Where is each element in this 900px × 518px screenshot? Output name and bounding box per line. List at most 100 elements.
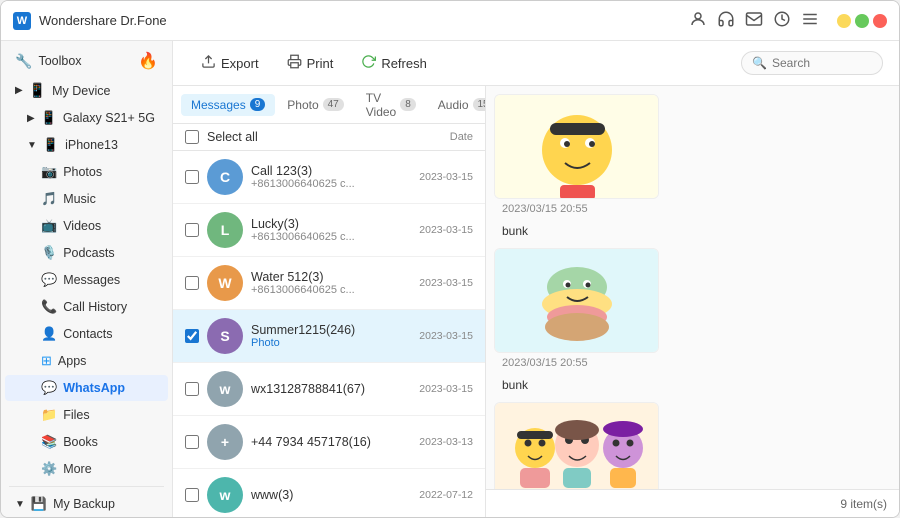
preview-item bbox=[494, 402, 891, 489]
msg-info: wx13128788841(67) bbox=[251, 382, 411, 396]
close-button[interactable] bbox=[873, 14, 887, 28]
videos-icon: 📺 bbox=[41, 218, 57, 234]
backup-icon: 💾 bbox=[31, 496, 47, 512]
preview-panel: 2023/03/15 20:55 bunk bbox=[486, 86, 899, 517]
expand-icon-backup: ▼ bbox=[15, 499, 25, 510]
maximize-button[interactable] bbox=[855, 14, 869, 28]
tab-photo[interactable]: Photo 47 bbox=[277, 94, 353, 116]
msg-info: Water 512(3) +8613006640625 c... bbox=[251, 270, 411, 296]
avatar: W bbox=[207, 265, 243, 301]
contacts-icon: 👤 bbox=[41, 326, 57, 342]
msg-meta: 2023-03-15 bbox=[419, 224, 473, 236]
msg-checkbox[interactable] bbox=[185, 382, 199, 396]
list-item[interactable]: w wx13128788841(67) 2023-03-15 bbox=[173, 363, 485, 416]
list-item[interactable]: + +44 7934 457178(16) 2023-03-13 bbox=[173, 416, 485, 469]
msg-meta: 2023-03-15 bbox=[419, 277, 473, 289]
select-all-label: Select all bbox=[207, 130, 258, 144]
tab-messages[interactable]: Messages 9 bbox=[181, 94, 275, 116]
sidebar-item-messages[interactable]: 💬 Messages bbox=[5, 267, 168, 293]
list-item[interactable]: S Summer1215(246) Photo 2023-03-15 bbox=[173, 310, 485, 363]
avatar: w bbox=[207, 477, 243, 513]
mail-icon[interactable] bbox=[745, 10, 763, 31]
sidebar-item-files[interactable]: 📁 Files bbox=[5, 402, 168, 428]
export-button[interactable]: Export bbox=[189, 49, 271, 77]
apps-icon: ⊞ bbox=[41, 353, 52, 369]
avatar: C bbox=[207, 159, 243, 195]
list-item[interactable]: L Lucky(3) +8613006640625 c... 2023-03-1… bbox=[173, 204, 485, 257]
menu-icon[interactable] bbox=[801, 10, 819, 31]
list-item[interactable]: w www(3) 2022-07-12 bbox=[173, 469, 485, 517]
expand-icon: ▶ bbox=[15, 85, 23, 96]
avatar: + bbox=[207, 424, 243, 460]
print-button[interactable]: Print bbox=[275, 49, 346, 77]
preview-item: 2023/03/15 20:55 bbox=[494, 248, 891, 371]
sidebar-item-iphone13[interactable]: ▼ 📱 iPhone13 bbox=[5, 132, 168, 158]
expand-icon-galaxy: ▶ bbox=[27, 113, 35, 124]
sidebar-item-call-history[interactable]: 📞 Call History bbox=[5, 294, 168, 320]
podcasts-icon: 🎙️ bbox=[41, 245, 57, 261]
msg-checkbox[interactable] bbox=[185, 435, 199, 449]
search-icon: 🔍 bbox=[752, 56, 767, 70]
sidebar-item-apps[interactable]: ⊞ Apps bbox=[5, 348, 168, 374]
iphone13-icon: 📱 bbox=[43, 137, 59, 153]
toolbar: Export Print Refresh 🔍 bbox=[173, 41, 899, 86]
avatar: w bbox=[207, 371, 243, 407]
msg-info: Lucky(3) +8613006640625 c... bbox=[251, 217, 411, 243]
title-bar-actions bbox=[689, 10, 887, 31]
headset-icon[interactable] bbox=[717, 10, 735, 31]
preview-image-3 bbox=[495, 403, 659, 489]
sidebar-item-toolbox[interactable]: 🔧 Toolbox 🔥 bbox=[5, 46, 168, 76]
sidebar-item-galaxy[interactable]: ▶ 📱 Galaxy S21+ 5G bbox=[5, 105, 168, 131]
msg-checkbox[interactable] bbox=[185, 276, 199, 290]
more-icon: ⚙️ bbox=[41, 461, 57, 477]
list-item[interactable]: C Call 123(3) +8613006640625 c... 2023-0… bbox=[173, 151, 485, 204]
sidebar-item-more[interactable]: ⚙️ More bbox=[5, 456, 168, 482]
sidebar-item-contacts[interactable]: 👤 Contacts bbox=[5, 321, 168, 347]
split-panel: Messages 9 Photo 47 TV Video 8 Audio bbox=[173, 86, 899, 517]
avatar: S bbox=[207, 318, 243, 354]
list-item[interactable]: W Water 512(3) +8613006640625 c... 2023-… bbox=[173, 257, 485, 310]
search-box: 🔍 bbox=[741, 51, 883, 75]
msg-checkbox[interactable] bbox=[185, 223, 199, 237]
preview-image-1 bbox=[495, 95, 659, 199]
galaxy-icon: 📱 bbox=[41, 110, 57, 126]
minimize-button[interactable] bbox=[837, 14, 851, 28]
msg-info: www(3) bbox=[251, 488, 411, 502]
sidebar-item-books[interactable]: 📚 Books bbox=[5, 429, 168, 455]
print-icon bbox=[287, 54, 302, 72]
sidebar-item-my-backup[interactable]: ▼ 💾 My Backup bbox=[5, 491, 168, 517]
tab-audio[interactable]: Audio 15 bbox=[428, 94, 486, 116]
msg-info: +44 7934 457178(16) bbox=[251, 435, 411, 449]
refresh-button[interactable]: Refresh bbox=[349, 49, 439, 77]
msg-meta: 2023-03-15 bbox=[419, 171, 473, 183]
content-area: Export Print Refresh 🔍 bbox=[173, 41, 899, 517]
user-icon[interactable] bbox=[689, 10, 707, 31]
msg-checkbox[interactable] bbox=[185, 170, 199, 184]
preview-footer: 9 item(s) bbox=[486, 489, 899, 517]
msg-checkbox[interactable] bbox=[185, 488, 199, 502]
divider-1 bbox=[9, 486, 164, 487]
preview-content: 2023/03/15 20:55 bunk bbox=[486, 86, 899, 489]
sidebar-item-photos[interactable]: 📷 Photos bbox=[5, 159, 168, 185]
sidebar-item-music[interactable]: 🎵 Music bbox=[5, 186, 168, 212]
window-controls bbox=[837, 14, 887, 28]
expand-icon-iphone13: ▼ bbox=[27, 140, 37, 151]
title-bar: W Wondershare Dr.Fone bbox=[1, 1, 899, 41]
music-icon: 🎵 bbox=[41, 191, 57, 207]
avatar: L bbox=[207, 212, 243, 248]
message-list: C Call 123(3) +8613006640625 c... 2023-0… bbox=[173, 151, 485, 517]
message-list-panel: Messages 9 Photo 47 TV Video 8 Audio bbox=[173, 86, 486, 517]
msg-info: Call 123(3) +8613006640625 c... bbox=[251, 164, 411, 190]
sidebar-item-videos[interactable]: 📺 Videos bbox=[5, 213, 168, 239]
search-input[interactable] bbox=[772, 56, 872, 70]
tab-tv-video[interactable]: TV Video 8 bbox=[356, 87, 426, 123]
sidebar-item-podcasts[interactable]: 🎙️ Podcasts bbox=[5, 240, 168, 266]
msg-checkbox[interactable] bbox=[185, 329, 199, 343]
history-icon[interactable] bbox=[773, 10, 791, 31]
app-title: Wondershare Dr.Fone bbox=[39, 13, 681, 28]
sidebar-item-my-device[interactable]: ▶ 📱 My Device bbox=[5, 77, 168, 104]
select-all-checkbox[interactable] bbox=[185, 130, 199, 144]
sidebar-item-whatsapp[interactable]: 💬 WhatsApp bbox=[5, 375, 168, 401]
photos-icon: 📷 bbox=[41, 164, 57, 180]
sidebar: 🔧 Toolbox 🔥 ▶ 📱 My Device ▶ 📱 Galaxy S21… bbox=[1, 41, 173, 517]
